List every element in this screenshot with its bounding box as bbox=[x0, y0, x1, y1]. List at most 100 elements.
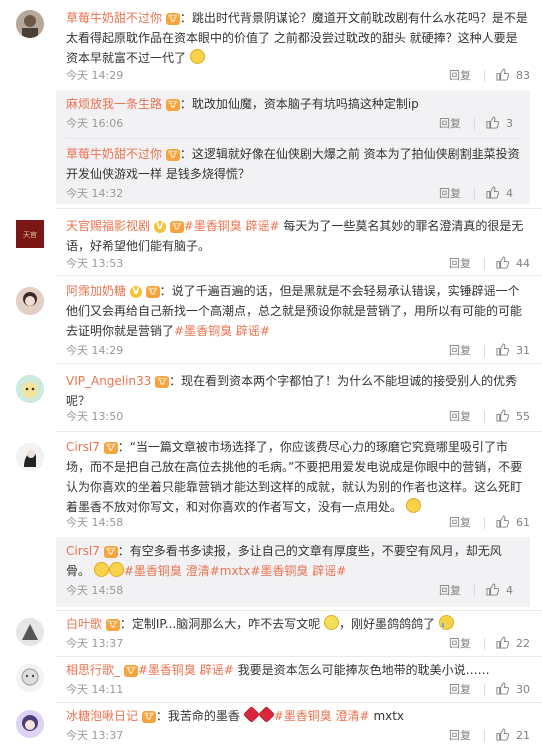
avatar[interactable] bbox=[16, 618, 44, 646]
divider bbox=[484, 70, 485, 82]
emoji-icon bbox=[324, 615, 340, 630]
reply-button[interactable]: 回复 bbox=[439, 186, 461, 202]
divider bbox=[56, 656, 542, 657]
divider bbox=[56, 208, 542, 209]
reply-button[interactable]: 回复 bbox=[449, 256, 471, 272]
reply-text-block: Cirsl7 🐮 ：有空多看书多读报，多让自己的文章有厚度些，不要空有风月，却无风… bbox=[66, 541, 520, 581]
divider bbox=[484, 517, 485, 529]
like-count: 4 bbox=[506, 187, 513, 200]
fan-badge-icon: 🐮 bbox=[165, 13, 180, 25]
reply-button[interactable]: 回复 bbox=[449, 515, 471, 531]
hashtag-link[interactable]: #墨香铜臭 澄清#mxtx#墨香铜臭 辟谣# bbox=[124, 564, 346, 578]
like-count: 61 bbox=[516, 516, 530, 529]
divider bbox=[484, 730, 485, 742]
username-link[interactable]: 冰糖泡啾日记 bbox=[66, 709, 138, 723]
divider bbox=[474, 188, 475, 200]
username-link[interactable]: 天官赐福影视剧 bbox=[66, 219, 150, 233]
thumbs-up-icon bbox=[496, 636, 509, 649]
comment-meta: 今天 13:53 回复 44 bbox=[66, 256, 530, 272]
username-link[interactable]: VIP_Angelin33 bbox=[66, 374, 151, 388]
avatar[interactable] bbox=[16, 375, 44, 403]
svg-text:天官: 天官 bbox=[23, 230, 37, 239]
like-button[interactable]: 44 bbox=[496, 256, 530, 270]
thumbs-up-icon bbox=[486, 583, 499, 596]
comment-text: ：定制IP...脑洞那么大，咋不去写文呢 bbox=[119, 617, 321, 631]
broken-heart-icon bbox=[242, 706, 260, 723]
like-button[interactable]: 30 bbox=[496, 682, 530, 696]
comment-text: ，刚好墨鸽鸽鸽了 bbox=[339, 617, 436, 631]
like-button[interactable]: 4 bbox=[486, 583, 513, 597]
like-count: 55 bbox=[516, 410, 530, 423]
comment-meta: 今天 13:50 回复 55 bbox=[66, 409, 530, 425]
comment-feed: 草莓牛奶甜不过你 🐮 ：跳出时代背景阴谋论？魔道开文前耽改剧有什么水花吗？是不是太… bbox=[0, 0, 542, 745]
reply-button[interactable]: 回复 bbox=[449, 682, 471, 698]
divider bbox=[474, 585, 475, 597]
divider bbox=[66, 138, 520, 139]
thumbs-up-icon bbox=[496, 728, 509, 741]
like-button[interactable]: 31 bbox=[496, 343, 530, 357]
like-button[interactable]: 4 bbox=[486, 186, 513, 200]
thumbs-up-icon bbox=[496, 256, 509, 269]
reply-button[interactable]: 回复 bbox=[449, 68, 471, 84]
reply-button[interactable]: 回复 bbox=[449, 636, 471, 652]
divider bbox=[474, 118, 475, 130]
divider bbox=[56, 702, 542, 703]
divider bbox=[56, 275, 542, 276]
comment-text-block: Cirsl7 🐮 ：“当一篇文章被市场选择了，你应该费尽心力的琢磨它究竟哪里吸引了… bbox=[66, 437, 528, 517]
comment-text-block: VIP_Angelin33 🐮 ：现在看到资本两个字都怕了！为什么不能坦诚的接受别… bbox=[66, 371, 528, 411]
username-link[interactable]: 白叶歌 bbox=[66, 617, 102, 631]
hashtag-link[interactable]: #墨香铜臭 辟谣# bbox=[184, 219, 280, 233]
timestamp: 今天 14:58 bbox=[66, 584, 124, 597]
divider bbox=[484, 411, 485, 423]
timestamp: 今天 14:58 bbox=[66, 516, 124, 529]
reply-button[interactable]: 回复 bbox=[449, 409, 471, 425]
avatar[interactable] bbox=[16, 287, 44, 315]
username-link[interactable]: 阿霈加奶糖 bbox=[66, 284, 126, 298]
like-button[interactable]: 61 bbox=[496, 515, 530, 529]
username-link[interactable]: 相思行歌_ bbox=[66, 663, 120, 677]
reply-button[interactable]: 回复 bbox=[449, 343, 471, 359]
avatar[interactable] bbox=[16, 710, 44, 738]
username-link[interactable]: Cirsl7 bbox=[66, 544, 100, 558]
like-button[interactable]: 3 bbox=[486, 116, 513, 130]
like-button[interactable]: 22 bbox=[496, 636, 530, 650]
like-button[interactable]: 21 bbox=[496, 728, 530, 742]
emoji-icon bbox=[189, 49, 205, 64]
avatar[interactable] bbox=[16, 664, 44, 692]
timestamp: 今天 13:50 bbox=[66, 410, 124, 423]
divider bbox=[484, 638, 485, 650]
reply-text: ：耽改加仙魔，资本脑子有坑吗搞这种定制ip bbox=[179, 97, 419, 111]
hashtag-link[interactable]: #墨香铜臭 辟谣# bbox=[174, 324, 270, 338]
comment-text-block: 白叶歌 🐮 ：定制IP...脑洞那么大，咋不去写文呢 ，刚好墨鸽鸽鸽了 bbox=[66, 614, 528, 634]
username-link[interactable]: 麻烦放我一条生路 bbox=[66, 97, 162, 111]
divider bbox=[484, 345, 485, 357]
username-link[interactable]: 草莓牛奶甜不过你 bbox=[66, 147, 162, 161]
like-count: 44 bbox=[516, 257, 530, 270]
like-button[interactable]: 55 bbox=[496, 409, 530, 423]
like-count: 22 bbox=[516, 637, 530, 650]
avatar[interactable] bbox=[16, 443, 44, 471]
like-button[interactable]: 83 bbox=[496, 68, 530, 82]
hashtag-link[interactable]: #墨香铜臭 辟谣# bbox=[138, 663, 234, 677]
reply-button[interactable]: 回复 bbox=[449, 728, 471, 744]
avatar[interactable]: 天官 bbox=[16, 220, 44, 248]
comment-text: mxtx bbox=[369, 709, 405, 723]
timestamp: 今天 14:29 bbox=[66, 69, 124, 82]
hashtag-link[interactable]: #墨香铜臭 澄清# bbox=[274, 709, 370, 723]
avatar[interactable] bbox=[16, 10, 44, 38]
comment-text: ：“当一篇文章被市场选择了，你应该费尽心力的琢磨它究竟哪里吸引了市场，而不是把自… bbox=[66, 440, 523, 514]
timestamp: 今天 14:32 bbox=[66, 187, 124, 200]
fan-badge-icon: 🐮 bbox=[165, 99, 180, 111]
comment-meta: 今天 13:37 回复 22 bbox=[66, 636, 530, 652]
reply-button[interactable]: 回复 bbox=[439, 583, 461, 599]
username-link[interactable]: 草莓牛奶甜不过你 bbox=[66, 11, 162, 25]
comment-meta: 今天 14:58 回复 61 bbox=[66, 515, 530, 531]
username-link[interactable]: Cirsl7 bbox=[66, 440, 100, 454]
fan-badge-icon: 🐮 bbox=[155, 376, 170, 388]
timestamp: 今天 13:37 bbox=[66, 729, 124, 742]
fan-badge-icon: 🐮 bbox=[123, 665, 138, 677]
reply-button[interactable]: 回复 bbox=[439, 116, 461, 132]
comment-meta: 今天 14:29 回复 83 bbox=[66, 68, 530, 84]
comment-meta: 今天 14:29 回复 31 bbox=[66, 343, 530, 359]
reply-meta: 今天 16:06 回复 3 bbox=[66, 116, 520, 132]
